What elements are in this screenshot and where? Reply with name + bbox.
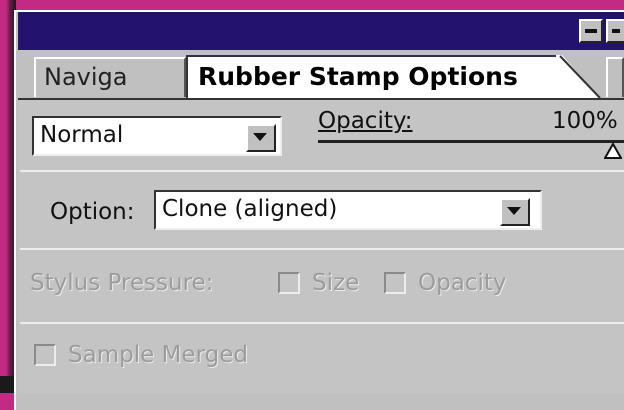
tab-rubber-stamp-options-label: Rubber Stamp Options bbox=[198, 62, 518, 91]
minimize-icon bbox=[585, 29, 597, 33]
option-select[interactable]: Clone (aligned) bbox=[154, 190, 542, 230]
separator bbox=[20, 322, 624, 324]
blend-mode-value: Normal bbox=[40, 122, 124, 148]
sample-merged-label: Sample Merged bbox=[68, 342, 248, 368]
tab-rubber-stamp-options[interactable]: Rubber Stamp Options bbox=[186, 55, 558, 99]
stylus-pressure-label: Stylus Pressure: bbox=[30, 270, 214, 296]
close-icon bbox=[612, 29, 620, 33]
separator bbox=[20, 170, 624, 172]
option-dropdown-button[interactable] bbox=[500, 198, 530, 226]
minimize-button[interactable] bbox=[579, 19, 603, 43]
option-label: Option: bbox=[50, 199, 135, 225]
separator bbox=[20, 248, 624, 250]
tab-navigator-label: Naviga bbox=[44, 63, 128, 91]
tab-navigator[interactable]: Naviga bbox=[34, 57, 186, 97]
opacity-slider-thumb[interactable] bbox=[604, 143, 622, 159]
chevron-down-icon bbox=[253, 133, 267, 141]
close-button[interactable] bbox=[606, 19, 624, 43]
chevron-down-icon bbox=[507, 207, 521, 215]
stylus-size-label: Size bbox=[312, 270, 360, 296]
stylus-size-checkbox[interactable] bbox=[278, 272, 300, 294]
stylus-opacity-label: Opacity bbox=[418, 270, 507, 296]
opacity-label: Opacity: bbox=[318, 108, 413, 134]
stylus-opacity-checkbox[interactable] bbox=[384, 272, 406, 294]
blend-mode-dropdown-button[interactable] bbox=[246, 124, 276, 152]
blend-mode-select[interactable]: Normal bbox=[32, 116, 282, 156]
tab-slant-edge bbox=[556, 55, 601, 99]
opacity-value: 100% bbox=[552, 108, 618, 134]
opacity-slider-track[interactable] bbox=[318, 140, 624, 143]
palette-titlebar[interactable] bbox=[18, 12, 624, 50]
option-value: Clone (aligned) bbox=[162, 196, 338, 222]
sample-merged-checkbox[interactable] bbox=[34, 344, 56, 366]
tab-next[interactable] bbox=[606, 57, 624, 97]
